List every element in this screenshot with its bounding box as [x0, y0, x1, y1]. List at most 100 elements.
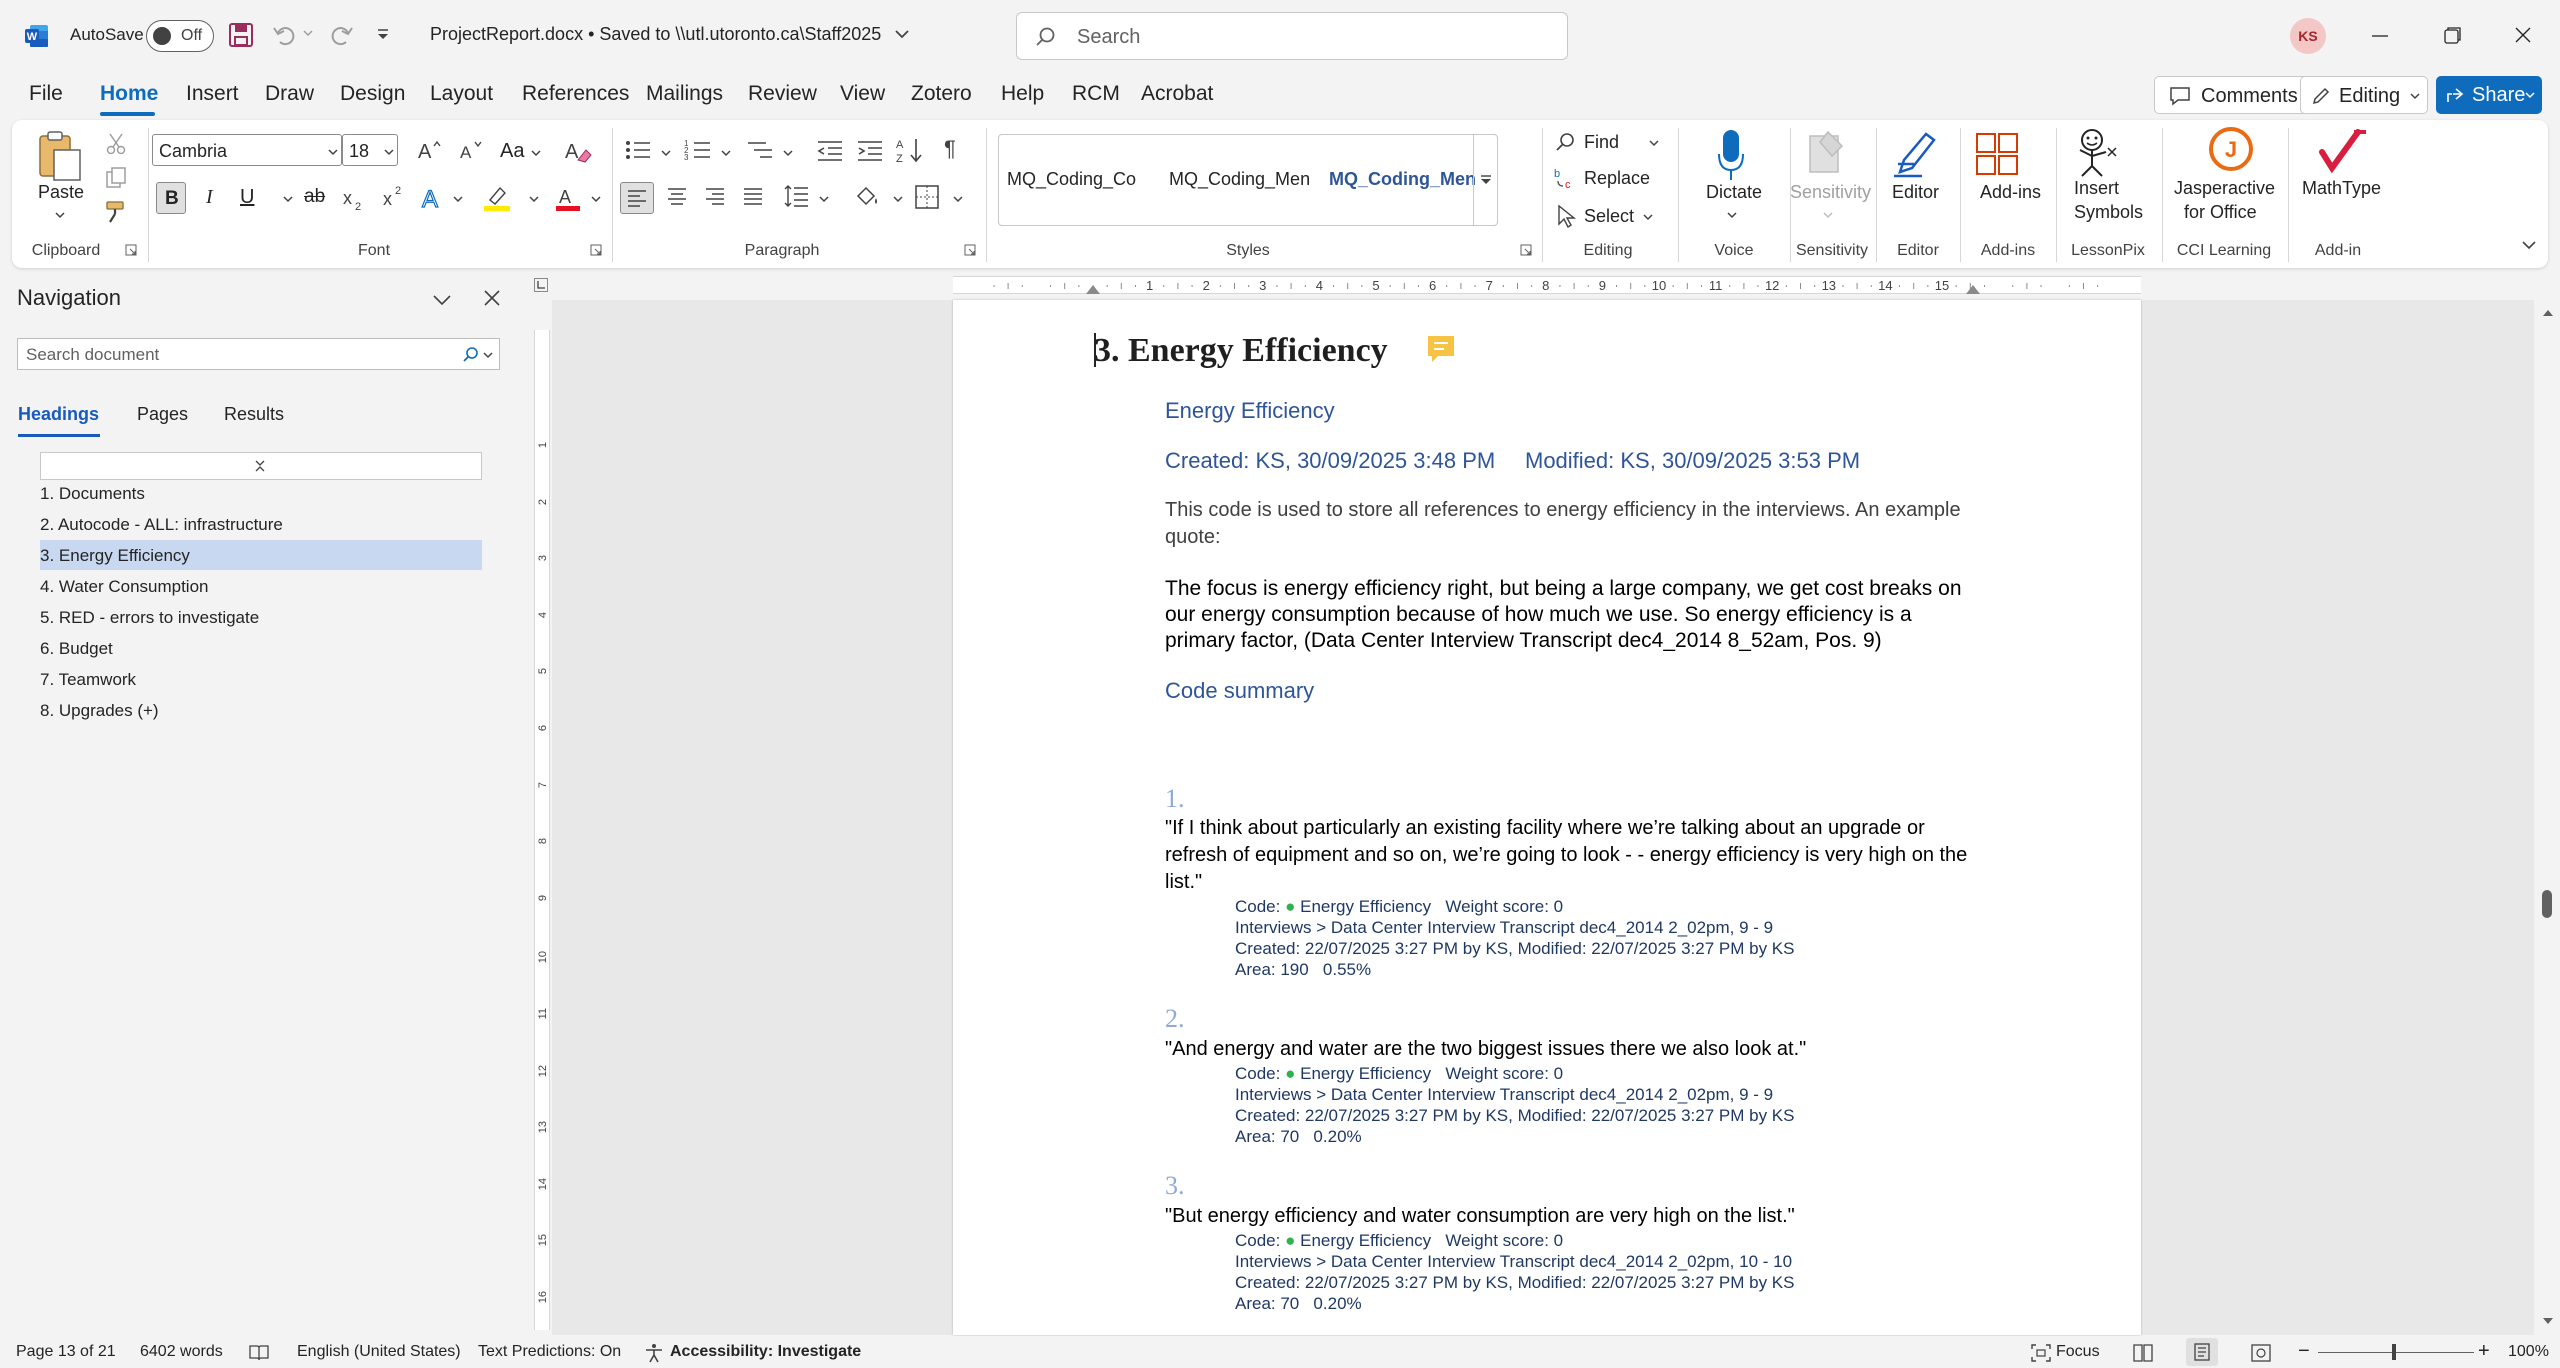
summary-item-meta[interactable]: Code: ● Energy Efficiency Weight score: … — [1235, 1063, 1794, 1147]
increase-indent-icon[interactable] — [856, 138, 884, 162]
strikethrough-icon[interactable]: ab — [304, 186, 325, 208]
shading-chevron-icon[interactable] — [892, 194, 904, 204]
summary-item-quote[interactable]: list." — [1165, 871, 1202, 894]
nav-collapse-all-bar[interactable] — [40, 452, 482, 480]
tab-selector[interactable] — [534, 278, 548, 292]
summary-item-number[interactable]: 1. — [1165, 784, 1185, 814]
vertical-scrollbar[interactable] — [2534, 300, 2560, 1335]
insert-symbols-label-1[interactable]: Insert — [2074, 178, 2119, 199]
multilevel-chevron-icon[interactable] — [782, 148, 794, 158]
jasperactive-icon[interactable]: J — [2208, 126, 2254, 172]
style-item[interactable]: MQ_Coding_Men — [1329, 169, 1479, 190]
user-avatar[interactable]: KS — [2290, 18, 2326, 54]
change-case-chevron-icon[interactable] — [530, 148, 542, 158]
search-icon[interactable] — [462, 346, 480, 364]
nav-heading-item[interactable]: 7. Teamwork — [40, 670, 136, 690]
right-indent-marker[interactable] — [1966, 285, 1980, 294]
change-case-button[interactable]: Aa — [500, 140, 524, 163]
summary-item-meta[interactable]: Code: ● Energy Efficiency Weight score: … — [1235, 896, 1794, 980]
style-item[interactable]: MQ_Coding_Men — [1169, 169, 1319, 190]
grow-font-icon[interactable]: A — [416, 138, 442, 162]
styles-more-button[interactable] — [1473, 135, 1497, 225]
zoom-slider-thumb[interactable] — [2392, 1344, 2396, 1360]
nav-heading-item[interactable]: 5. RED - errors to investigate — [40, 608, 259, 628]
tab-design[interactable]: Design — [340, 82, 405, 106]
bullets-icon[interactable] — [624, 138, 652, 162]
example-quote-line[interactable]: our energy consumption because of how mu… — [1165, 603, 1912, 627]
comment-note-icon[interactable] — [1426, 334, 1456, 364]
example-quote-line[interactable]: primary factor, (Data Center Interview T… — [1165, 629, 1882, 653]
select-chevron-icon[interactable] — [1642, 212, 1654, 222]
nav-options-chevron-icon[interactable] — [432, 292, 452, 308]
summary-item-quote[interactable]: "If I think about particularly an existi… — [1165, 817, 1925, 840]
tab-zotero[interactable]: Zotero — [911, 82, 972, 106]
sensitivity-label[interactable]: Sensitivity — [1790, 182, 1871, 203]
find-chevron-icon[interactable] — [1648, 138, 1660, 148]
decrease-indent-icon[interactable] — [816, 138, 844, 162]
proofing-book-icon[interactable] — [248, 1344, 270, 1362]
font-launcher-icon[interactable] — [590, 244, 602, 256]
read-mode-icon[interactable] — [2132, 1343, 2154, 1363]
copy-icon[interactable] — [104, 166, 128, 190]
nav-heading-item[interactable]: 6. Budget — [40, 639, 113, 659]
align-right-icon[interactable] — [704, 186, 726, 206]
scroll-down-icon[interactable] — [2542, 1316, 2554, 1326]
code-subtitle[interactable]: Energy Efficiency — [1165, 398, 1335, 424]
undo-icon[interactable] — [272, 22, 298, 48]
microphone-icon[interactable] — [1716, 128, 1746, 184]
nav-heading-item[interactable]: 8. Upgrades (+) — [40, 701, 159, 721]
tab-references[interactable]: References — [522, 82, 629, 106]
nav-tab-results[interactable]: Results — [224, 404, 284, 425]
styles-launcher-icon[interactable] — [1520, 244, 1532, 256]
nav-heading-item[interactable]: 2. Autocode - ALL: infrastructure — [40, 515, 283, 535]
autosave-toggle[interactable]: Off — [146, 20, 214, 52]
share-button[interactable]: Share — [2436, 76, 2542, 114]
sensitivity-chevron-icon[interactable] — [1822, 210, 1834, 220]
justify-icon[interactable] — [742, 186, 764, 206]
title-chevron-icon[interactable] — [894, 28, 910, 40]
customize-toolbar-icon[interactable] — [376, 29, 390, 41]
summary-item-number[interactable]: 3. — [1165, 1171, 1185, 1201]
web-layout-icon[interactable] — [2250, 1343, 2272, 1363]
highlight-icon[interactable] — [482, 184, 512, 212]
replace-icon[interactable]: bc — [1554, 166, 1578, 190]
tab-mailings[interactable]: Mailings — [646, 82, 723, 106]
subscript-icon[interactable]: x2 — [342, 186, 368, 212]
tab-view[interactable]: View — [840, 82, 885, 106]
insert-symbols-icon[interactable] — [2072, 126, 2122, 178]
vertical-ruler[interactable]: 1234567891011121314151617 — [534, 330, 550, 1360]
nav-heading-item[interactable]: 3. Energy Efficiency — [40, 546, 190, 566]
save-icon[interactable] — [228, 22, 254, 48]
underline-icon[interactable]: U — [240, 186, 254, 209]
font-color-chevron-icon[interactable] — [590, 194, 602, 204]
zoom-level[interactable]: 100% — [2508, 1343, 2549, 1361]
close-window-icon[interactable] — [2513, 25, 2533, 45]
editing-mode-button[interactable]: Editing — [2300, 76, 2428, 114]
shading-icon[interactable] — [854, 184, 882, 210]
clipboard-launcher-icon[interactable] — [125, 244, 137, 256]
summary-item-number[interactable]: 2. — [1165, 1004, 1185, 1034]
borders-icon[interactable] — [914, 184, 940, 210]
tab-layout[interactable]: Layout — [430, 82, 493, 106]
bold-button[interactable]: B — [156, 182, 186, 214]
font-size-select[interactable]: 18 — [342, 134, 398, 166]
scroll-up-icon[interactable] — [2542, 308, 2554, 318]
modified-info[interactable]: Modified: KS, 30/09/2025 3:53 PM — [1525, 448, 1860, 474]
dictate-label[interactable]: Dictate — [1706, 182, 1762, 203]
text-effects-chevron-icon[interactable] — [452, 194, 464, 204]
tab-acrobat[interactable]: Acrobat — [1141, 82, 1213, 106]
dictate-chevron-icon[interactable] — [1726, 210, 1738, 220]
search-document-input[interactable]: Search document — [17, 338, 500, 370]
tab-help[interactable]: Help — [1001, 82, 1044, 106]
search-input[interactable]: Search — [1016, 12, 1568, 60]
summary-item-meta[interactable]: Code: ● Energy Efficiency Weight score: … — [1235, 1230, 1794, 1314]
insert-symbols-label-2[interactable]: Symbols — [2074, 202, 2143, 223]
description-line[interactable]: quote: — [1165, 526, 1221, 549]
jasperactive-label-2[interactable]: for Office — [2184, 202, 2257, 223]
editor-label[interactable]: Editor — [1892, 182, 1939, 203]
nav-tab-pages[interactable]: Pages — [137, 404, 188, 425]
add-ins-label[interactable]: Add-ins — [1980, 182, 2041, 203]
tab-insert[interactable]: Insert — [186, 82, 239, 106]
focus-mode-icon[interactable] — [2030, 1343, 2052, 1363]
text-effects-icon[interactable]: A — [420, 184, 448, 212]
